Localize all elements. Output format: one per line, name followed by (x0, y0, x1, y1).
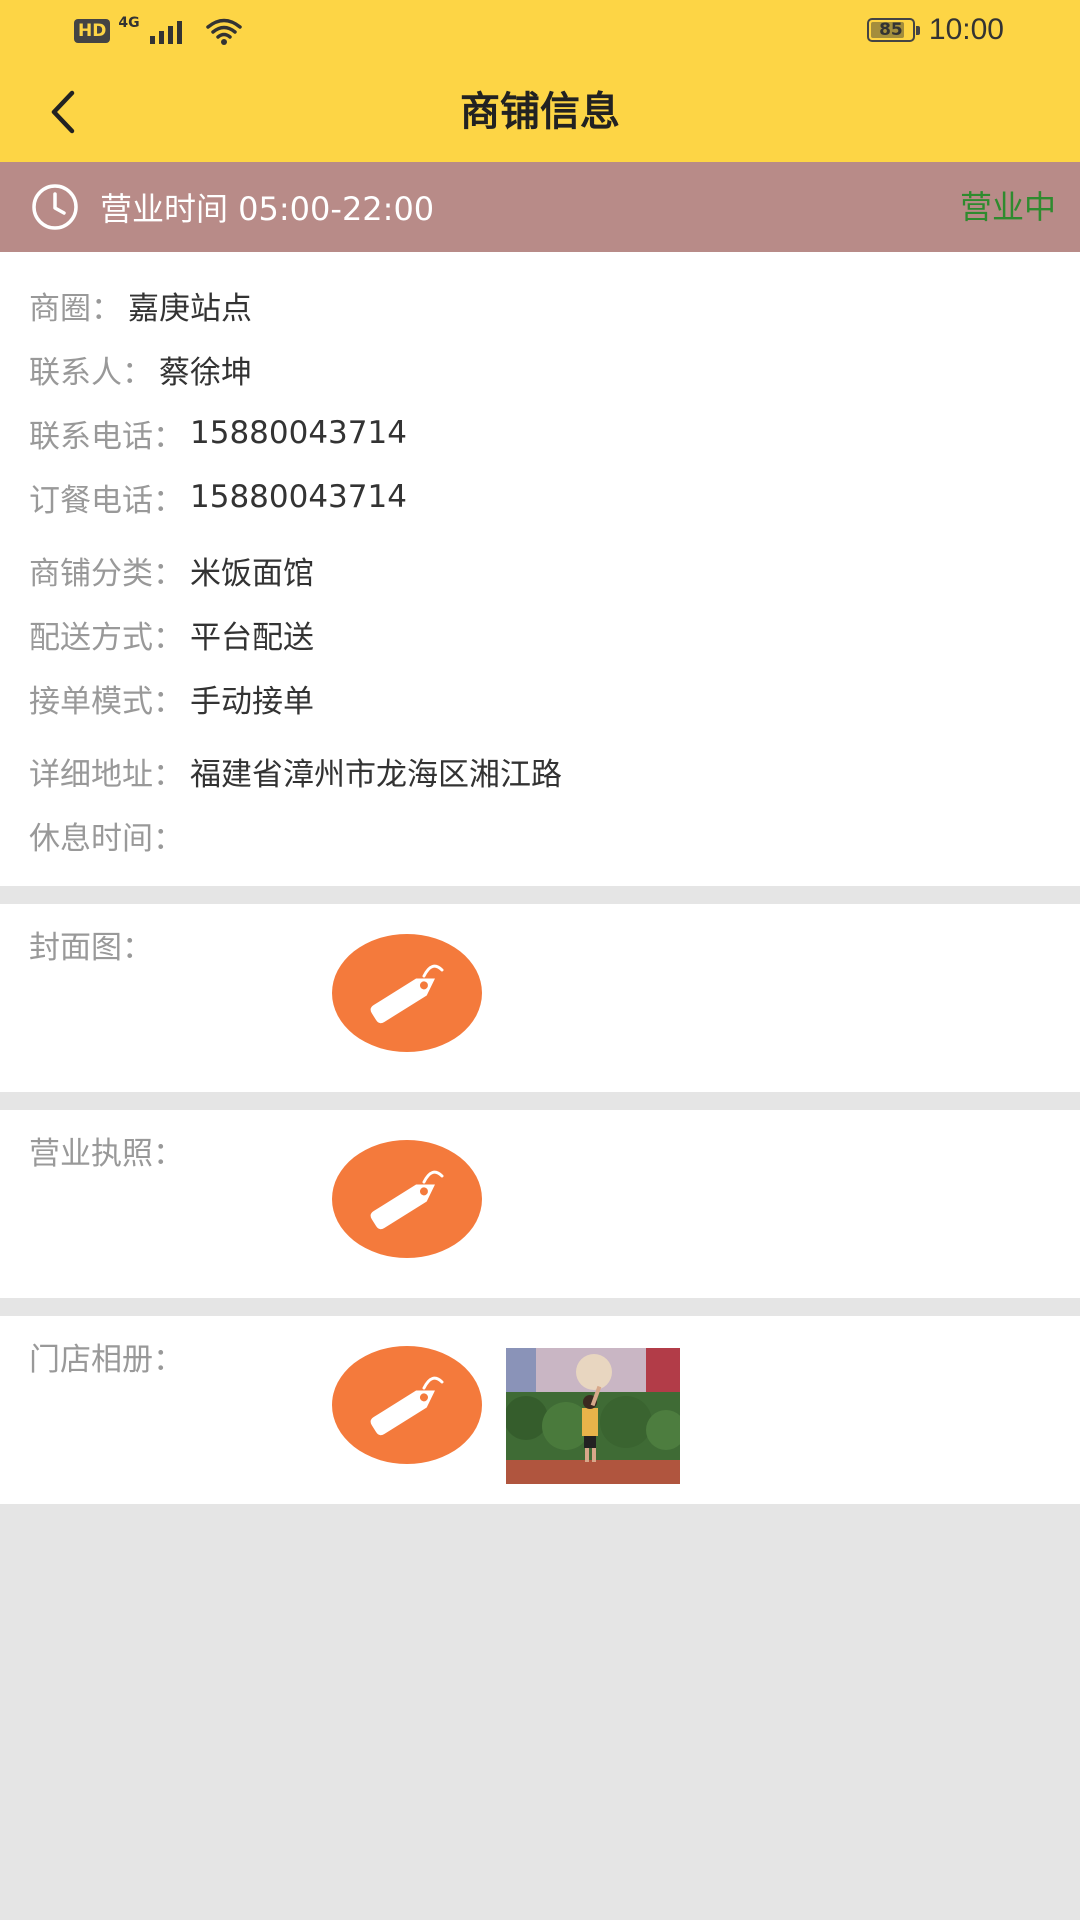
info-value: 蔡徐坤 (159, 354, 252, 391)
status-right: 85 10:00 (866, 10, 1004, 50)
info-row-business-district: 商圈： 嘉庚站点 (29, 280, 1060, 330)
store-album-section: 门店相册： (0, 1316, 1080, 1504)
cover-image-section: 封面图： (0, 904, 1080, 1092)
info-value: 手动接单 (190, 683, 314, 720)
wifi-icon (205, 18, 242, 45)
info-value: 福建省漳州市龙海区湘江路 (190, 756, 562, 793)
network-type: 4G (118, 15, 140, 31)
info-label: 详细地址： (29, 756, 184, 793)
back-button[interactable] (34, 82, 94, 142)
info-value: 平台配送 (190, 619, 314, 656)
business-license-label: 营业执照： (29, 1136, 184, 1172)
tag-icon[interactable] (332, 1346, 482, 1464)
info-label: 接单模式： (29, 683, 184, 720)
status-left: HD 4G (74, 14, 244, 48)
info-label: 配送方式： (29, 619, 184, 656)
status-bar: HD 4G 85 10:00 (0, 0, 1080, 62)
business-license-section: 营业执照： (0, 1110, 1080, 1298)
info-label: 商圈： (29, 290, 122, 327)
tag-icon[interactable] (332, 934, 482, 1052)
business-hours-text: 营业时间 05:00-22:00 (100, 190, 435, 228)
info-value: 米饭面馆 (190, 555, 314, 592)
info-label: 订餐电话： (29, 482, 184, 519)
tag-icon[interactable] (332, 1140, 482, 1258)
chevron-left-icon (51, 90, 75, 134)
info-row-address: 详细地址： 福建省漳州市龙海区湘江路 (29, 746, 1060, 796)
info-label: 联系人： (29, 354, 153, 391)
battery-level: 85 (879, 20, 903, 40)
info-row-delivery-method: 配送方式： 平台配送 (29, 609, 1060, 659)
nav-bar: 商铺信息 (0, 62, 1080, 162)
hd-icon: HD (74, 19, 111, 43)
page-title: 商铺信息 (460, 89, 620, 135)
signal-icon (149, 21, 182, 44)
cover-image-label: 封面图： (29, 930, 153, 966)
business-hours: 营业时间 05:00-22:00 (30, 162, 434, 252)
info-value: 15880043714 (190, 479, 407, 515)
status-time: 10:00 (928, 13, 1004, 46)
info-row-rest-time: 休息时间： (29, 810, 1060, 860)
info-row-contact-phone: 联系电话： 15880043714 (29, 408, 1060, 458)
battery-icon: 85 (866, 18, 920, 42)
info-label: 商铺分类： (29, 555, 184, 592)
info-label: 休息时间： (29, 820, 184, 857)
business-status: 营业中 (959, 188, 1056, 226)
info-value: 嘉庚站点 (128, 290, 252, 327)
info-row-order-mode: 接单模式： 手动接单 (29, 673, 1060, 723)
store-photo[interactable] (506, 1348, 680, 1484)
clock-icon (32, 184, 78, 230)
info-row-category: 商铺分类： 米饭面馆 (29, 545, 1060, 595)
store-album-label: 门店相册： (29, 1342, 184, 1378)
info-label: 联系电话： (29, 418, 184, 455)
info-value: 15880043714 (190, 415, 407, 451)
business-hours-bar: 营业时间 05:00-22:00 营业中 (0, 162, 1080, 252)
shop-info-section: 商圈： 嘉庚站点 联系人： 蔡徐坤 联系电话： 15880043714 订餐电话… (0, 252, 1080, 886)
info-row-order-phone: 订餐电话： 15880043714 (29, 472, 1060, 522)
info-row-contact: 联系人： 蔡徐坤 (29, 344, 1060, 394)
